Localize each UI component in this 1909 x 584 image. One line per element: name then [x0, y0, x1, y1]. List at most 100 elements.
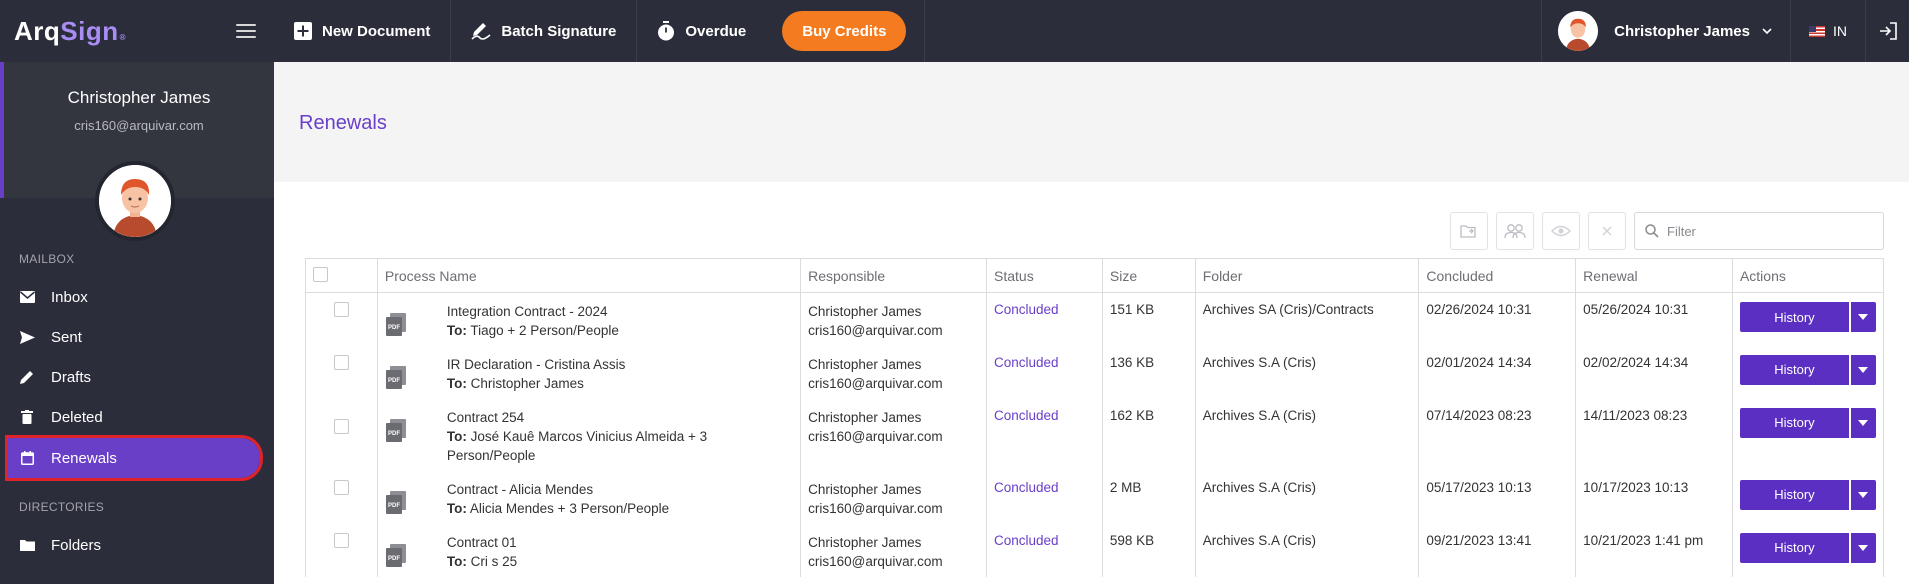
status-badge: Concluded [994, 302, 1059, 317]
row-checkbox[interactable] [333, 532, 349, 548]
history-dropdown-button[interactable] [1850, 354, 1876, 385]
process-name[interactable]: Contract 254 [447, 408, 707, 427]
history-dropdown-button[interactable] [1850, 302, 1876, 332]
concluded-date: 02/26/2024 10:31 [1418, 292, 1577, 346]
history-dropdown-button[interactable] [1850, 532, 1876, 563]
renewal-date: 10/21/2023 1:41 pm [1575, 523, 1733, 577]
column-header-process-name[interactable]: Process Name [376, 258, 802, 293]
share-users-button[interactable] [1496, 212, 1534, 250]
top-bar: New Document Batch Signature Overdue Buy… [274, 0, 1909, 62]
responsible-name: Christopher James [808, 534, 922, 550]
responsible-email: cris160@arquivar.com [808, 375, 943, 391]
pdf-file-icon: PDF [385, 543, 408, 568]
row-checkbox[interactable] [333, 418, 349, 434]
renewal-date: 10/17/2023 10:13 [1575, 470, 1733, 524]
history-dropdown-button[interactable] [1850, 479, 1876, 510]
sidebar-item-renewals[interactable]: Renewals [5, 435, 263, 481]
responsible-email: cris160@arquivar.com [808, 500, 943, 516]
send-icon [19, 329, 35, 345]
table-row[interactable]: PDF Contract 01 To: Cri s 25 Christopher … [305, 523, 1885, 577]
status-badge: Concluded [994, 532, 1059, 548]
menu-toggle-icon[interactable] [236, 24, 256, 38]
row-checkbox[interactable] [333, 479, 349, 495]
language-selector[interactable]: IN [1790, 0, 1865, 62]
sidebar-item-label: Deleted [51, 408, 103, 426]
history-button[interactable]: History [1739, 302, 1849, 332]
chevron-down-icon [1762, 28, 1772, 34]
sidebar-user-name: Christopher James [67, 88, 211, 107]
table-row[interactable]: PDF Integration Contract - 2024 To: Tiago… [305, 292, 1885, 346]
avatar [1558, 11, 1599, 51]
pdf-file-icon: PDF [385, 313, 408, 337]
column-header-folder[interactable]: Folder [1194, 258, 1420, 293]
sidebar-item-drafts[interactable]: Drafts [8, 358, 260, 396]
recipients: Christopher James [470, 375, 584, 391]
table-row[interactable]: PDF Contract 254 To: José Kauê Marcos Vin… [305, 398, 1885, 471]
row-checkbox[interactable] [333, 354, 349, 370]
caret-down-icon [1858, 544, 1869, 551]
calendar-icon [19, 450, 35, 466]
eye-icon [1551, 225, 1571, 237]
overdue-button[interactable]: Overdue [637, 0, 766, 62]
renewal-date: 02/02/2024 14:34 [1575, 345, 1733, 399]
buy-credits-button[interactable]: Buy Credits [782, 11, 907, 51]
directories-section-label: DIRECTORIES [19, 500, 105, 514]
table-row[interactable]: PDF IR Declaration - Cristina Assis To: C… [305, 345, 1885, 399]
process-name[interactable]: Contract - Alicia Mendes [447, 480, 669, 499]
history-button[interactable]: History [1739, 354, 1849, 385]
clear-selection-button[interactable] [1588, 212, 1626, 250]
select-all-header [305, 258, 378, 293]
logout-button[interactable] [1865, 0, 1909, 62]
user-menu-button[interactable]: Christopher James [1541, 0, 1790, 62]
recipients: Cri s 25 [470, 553, 518, 569]
recipients: Alicia Mendes + 3 Person/People [469, 500, 670, 516]
file-size: 162 KB [1101, 398, 1196, 471]
column-header-size[interactable]: Size [1101, 258, 1196, 293]
batch-signature-button[interactable]: Batch Signature [451, 0, 638, 62]
top-user-name: Christopher James [1614, 22, 1750, 40]
view-button[interactable] [1542, 212, 1580, 250]
responsible-name: Christopher James [808, 356, 922, 372]
page-header: Renewals [274, 62, 1909, 182]
column-header-status[interactable]: Status [986, 258, 1103, 293]
concluded-date: 09/21/2023 13:41 [1418, 523, 1577, 577]
move-folder-button[interactable] [1450, 212, 1488, 250]
move-folder-icon [1460, 223, 1478, 239]
select-all-checkbox[interactable] [313, 266, 328, 282]
process-name[interactable]: Contract 01 [447, 533, 517, 552]
folder-icon [19, 537, 35, 553]
column-header-responsible[interactable]: Responsible [800, 258, 988, 293]
recipients: José Kauê Marcos Vinicius Almeida + 3 [470, 428, 708, 444]
trash-icon [19, 409, 35, 425]
column-header-renewal[interactable]: Renewal [1575, 258, 1733, 293]
status-badge: Concluded [994, 407, 1059, 423]
sidebar-user-email: cris160@arquivar.com [74, 118, 204, 133]
filter-input[interactable] [1667, 223, 1867, 239]
mailbox-section-label: MAILBOX [19, 252, 75, 266]
column-header-actions: Actions [1731, 258, 1885, 293]
history-button[interactable]: History [1739, 532, 1849, 563]
new-document-button[interactable]: New Document [274, 0, 452, 62]
recipients-continued: Person/People [446, 447, 536, 463]
folder-path: Archives S.A (Cris) [1194, 345, 1420, 399]
row-checkbox[interactable] [333, 302, 349, 317]
responsible-email: cris160@arquivar.com [808, 428, 943, 444]
history-button[interactable]: History [1739, 479, 1849, 510]
table-row[interactable]: PDF Contract - Alicia Mendes To: Alicia M… [305, 470, 1885, 524]
responsible-email: cris160@arquivar.com [808, 553, 943, 569]
sidebar-item-sent[interactable]: Sent [8, 318, 260, 356]
process-name[interactable]: Integration Contract - 2024 [447, 302, 619, 321]
app-logo[interactable]: Arq Sign ® [14, 16, 126, 47]
close-icon [1602, 226, 1612, 236]
avatar[interactable] [95, 161, 175, 241]
process-name[interactable]: IR Declaration - Cristina Assis [447, 355, 626, 374]
table-header-row: Process Name Responsible Status Size Fol… [305, 258, 1885, 293]
file-size: 598 KB [1101, 523, 1196, 577]
history-dropdown-button[interactable] [1850, 407, 1876, 438]
column-header-concluded[interactable]: Concluded [1418, 258, 1577, 293]
recipients: Tiago + 2 Person/People [470, 323, 619, 338]
sidebar-item-folders[interactable]: Folders [8, 526, 260, 564]
sidebar-item-deleted[interactable]: Deleted [8, 398, 260, 436]
history-button[interactable]: History [1739, 407, 1849, 438]
sidebar-item-inbox[interactable]: Inbox [8, 278, 260, 316]
